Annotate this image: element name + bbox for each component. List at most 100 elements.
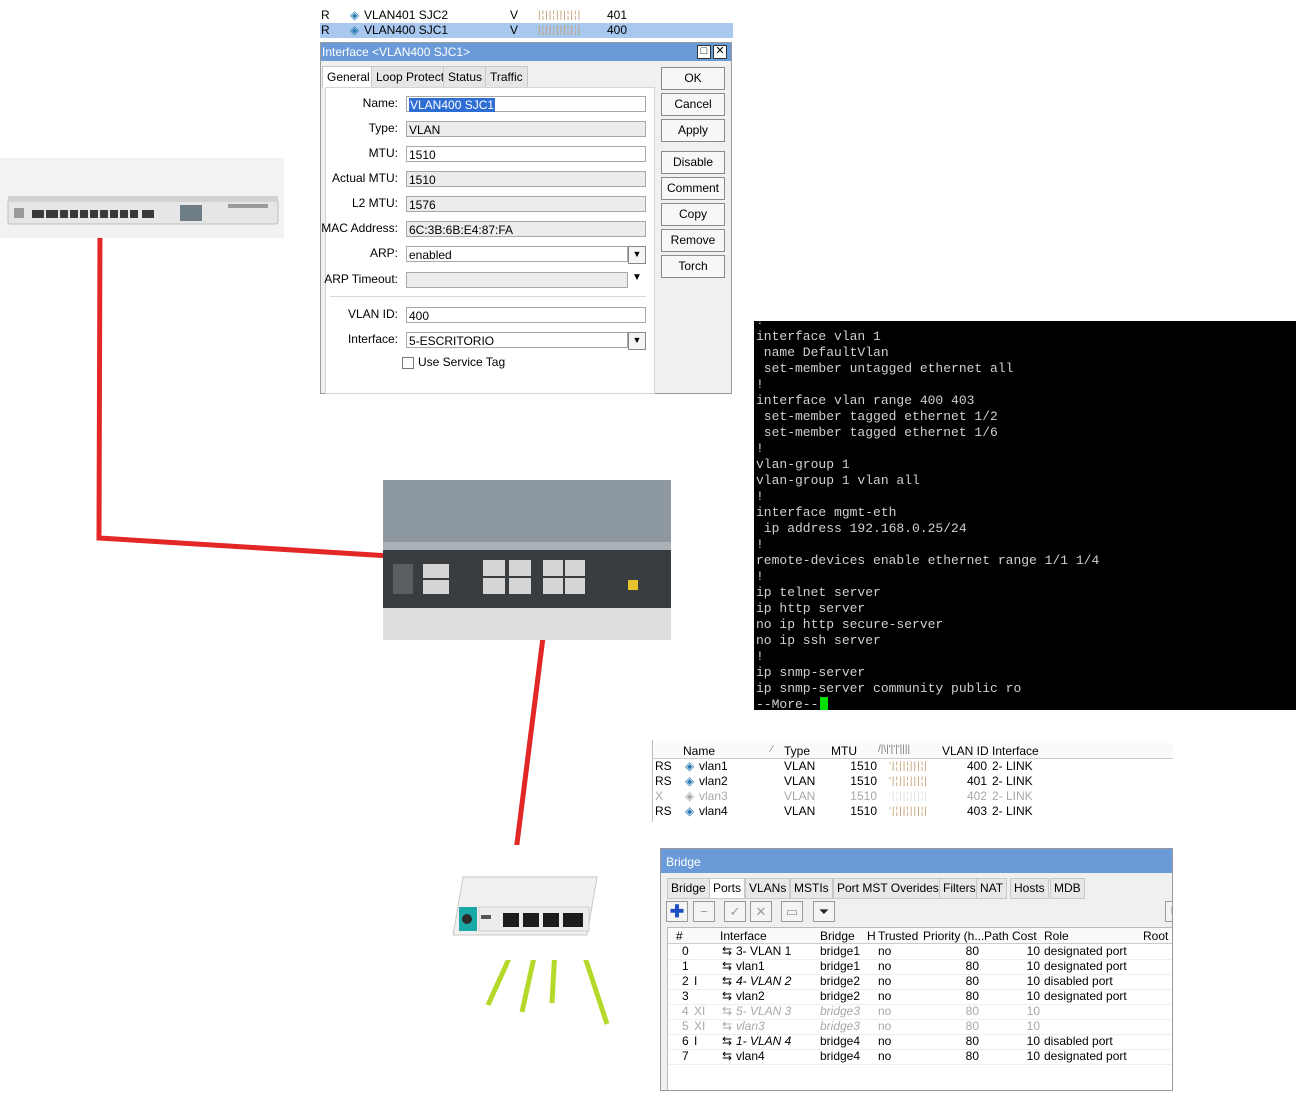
expand-arrow-icon[interactable]: ▼	[632, 272, 642, 283]
table-row[interactable]: 0 ⇆ 3- VLAN 1 bridge1 no 80 10 designate…	[668, 944, 1172, 960]
tab-mstis[interactable]: MSTIs	[790, 878, 833, 899]
terminal-output[interactable]: ! interface vlan 1 name DefaultVlan set-…	[754, 321, 1296, 710]
vlan-icon: ◈	[350, 8, 360, 22]
column-header-trusted[interactable]: Trusted	[878, 929, 918, 943]
l2-mtu-label: L2 MTU:	[351, 196, 398, 210]
list-item-selected[interactable]: R ◈ VLAN400 SJC1 V |¦||¦|||¦|¦| 400	[320, 23, 733, 38]
column-header-priority[interactable]: Priority (h...	[923, 929, 984, 943]
interface-label: Interface:	[347, 332, 398, 346]
comment-button[interactable]: Comment	[661, 177, 725, 200]
use-service-tag-row[interactable]: Use Service Tag	[402, 355, 602, 371]
terminal-line: set-member tagged ethernet 1/6	[756, 425, 998, 440]
dropdown-arrow-icon[interactable]: ▼	[628, 246, 646, 264]
dropdown-arrow-icon[interactable]: ▼	[628, 332, 646, 350]
tab-filters[interactable]: Filters	[939, 878, 980, 899]
tab-bridge[interactable]: Bridge	[667, 878, 710, 899]
column-header-type[interactable]: Type	[784, 744, 810, 758]
column-header-interface[interactable]: Interface	[720, 929, 767, 943]
tab-hosts[interactable]: Hosts	[1010, 878, 1049, 899]
table-row[interactable]: 2 I ⇆ 4- VLAN 2 bridge2 no 80 10 disable…	[668, 974, 1172, 990]
terminal-more-line: --More--	[756, 697, 829, 710]
use-service-tag-checkbox[interactable]	[402, 357, 414, 369]
list-item[interactable]: R ◈ VLAN401 SJC2 V |¦||¦|||¦|¦| 401	[320, 8, 733, 23]
vlan-id-field[interactable]: 400	[406, 307, 646, 323]
port-icon: ⇆	[722, 974, 733, 988]
maximize-icon[interactable]: □	[697, 45, 711, 59]
close-icon[interactable]: ✕	[713, 45, 727, 59]
tab-status[interactable]: Status	[443, 66, 488, 88]
port-icon: ⇆	[722, 1049, 733, 1063]
mac-address-field: 6C:3B:6B:E4:87:FA	[406, 221, 646, 237]
dialog-title-bar[interactable]: Interface <VLAN400 SJC1> □ ✕	[321, 43, 731, 61]
terminal-line: no ip http secure-server	[756, 617, 944, 632]
tab-nat[interactable]: NAT	[976, 878, 1008, 899]
column-header-root-path[interactable]: Root P	[1143, 929, 1172, 943]
terminal-line: ip address 192.168.0.25/24	[756, 521, 967, 536]
column-header-number[interactable]: #	[676, 929, 683, 943]
table-row[interactable]: RS ◈ vlan4 VLAN 1510 '|¦||¦|||¦| 403 2- …	[653, 804, 1173, 819]
tab-ports[interactable]: Ports	[709, 878, 746, 899]
table-row[interactable]: RS ◈ vlan2 VLAN 1510 '|¦||¦|||¦| 401 2- …	[653, 774, 1173, 789]
table-row[interactable]: 3 ⇆ vlan2 bridge2 no 80 10 designated po…	[668, 989, 1172, 1005]
port-icon: ⇆	[722, 1019, 733, 1033]
arp-label: ARP:	[369, 246, 398, 260]
table-row-disabled[interactable]: X ◈ vlan3 VLAN 1510 '|¦||¦|||¦| 402 2- L…	[653, 789, 1173, 804]
terminal-line: set-member untagged ethernet all	[756, 361, 1014, 376]
datacom-switch-image	[383, 480, 671, 640]
terminal-line: name DefaultVlan	[756, 345, 889, 360]
table-row[interactable]: 7 ⇆ vlan4 bridge4 no 80 10 designated po…	[668, 1049, 1172, 1065]
mtu-field[interactable]: 1510	[406, 146, 646, 162]
bridge-title[interactable]: Bridge	[661, 849, 1172, 873]
table-row-disabled[interactable]: 5 XI ⇆ vlan3 bridge3 no 80 10	[668, 1019, 1172, 1035]
tab-general[interactable]: General	[322, 66, 375, 89]
remove-button[interactable]: Remove	[661, 229, 725, 252]
tab-loop-protect[interactable]: Loop Protect	[371, 66, 450, 88]
arp-select[interactable]: enabled ▼	[406, 246, 646, 264]
tab-port-mst-overides[interactable]: Port MST Overides	[833, 878, 943, 899]
interface-dialog: Interface <VLAN400 SJC1> □ ✕ General Loo…	[320, 42, 732, 394]
type-label: Type:	[368, 121, 398, 135]
terminal-line: ip telnet server	[756, 585, 881, 600]
copy-button[interactable]: Copy	[661, 203, 725, 226]
add-icon[interactable]: ✚	[666, 901, 688, 922]
apply-button[interactable]: Apply	[661, 119, 725, 142]
table-row[interactable]: RS ◈ vlan1 VLAN 1510 '|¦||¦|||¦| 400 2- …	[653, 759, 1173, 774]
comment-icon[interactable]: ▭	[781, 901, 803, 922]
column-header-mtu[interactable]: MTU	[831, 744, 857, 758]
column-header-role[interactable]: Role	[1044, 929, 1069, 943]
arp-timeout-field[interactable]	[406, 272, 628, 288]
table-row[interactable]: 6 I ⇆ 1- VLAN 4 bridge4 no 80 10 disable…	[668, 1034, 1172, 1050]
column-header-interface[interactable]: Interface	[992, 744, 1039, 758]
general-panel: Name: VLAN400 SJC1 Type: VLAN MTU: 1510 …	[321, 87, 655, 394]
column-header-name[interactable]: Name	[683, 744, 715, 758]
cancel-button[interactable]: Cancel	[661, 93, 725, 116]
column-header-path-cost[interactable]: Path Cost	[984, 929, 1037, 943]
arp-timeout-label: ARP Timeout:	[324, 272, 398, 286]
table-row[interactable]: 1 ⇆ vlan1 bridge1 no 80 10 designated po…	[668, 959, 1172, 975]
remove-icon[interactable]: −	[693, 901, 715, 922]
ok-button[interactable]: OK	[661, 67, 725, 90]
terminal-line: ip snmp-server	[756, 665, 866, 680]
actual-mtu-field: 1510	[406, 171, 646, 187]
interface-select[interactable]: 5-ESCRITORIO ▼	[406, 332, 646, 350]
port-icon: ⇆	[722, 989, 733, 1003]
vlan-icon: ◈	[685, 774, 695, 788]
column-header-h[interactable]: H	[867, 929, 876, 943]
tab-vlans[interactable]: VLANs	[745, 878, 791, 899]
disable-icon[interactable]: ✕	[750, 901, 772, 922]
terminal-line: interface mgmt-eth	[756, 505, 897, 520]
ports-table-header: # Interface Bridge H Trusted Priority (h…	[668, 928, 1172, 944]
tab-traffic[interactable]: Traffic	[485, 66, 528, 88]
torch-button[interactable]: Torch	[661, 255, 725, 278]
enable-icon[interactable]: ✓	[724, 901, 746, 922]
divider	[330, 296, 646, 297]
find-field[interactable]: F	[1165, 901, 1172, 922]
filter-icon[interactable]: ⏷	[813, 901, 835, 922]
vlan-icon: ◈	[685, 804, 695, 818]
column-header-bridge[interactable]: Bridge	[820, 929, 855, 943]
name-field[interactable]: VLAN400 SJC1	[406, 96, 646, 112]
column-header-vlan-id[interactable]: VLAN ID	[942, 744, 989, 758]
tab-mdb[interactable]: MDB	[1050, 878, 1085, 899]
disable-button[interactable]: Disable	[661, 151, 725, 174]
table-row-disabled[interactable]: 4 XI ⇆ 5- VLAN 3 bridge3 no 80 10	[668, 1004, 1172, 1020]
